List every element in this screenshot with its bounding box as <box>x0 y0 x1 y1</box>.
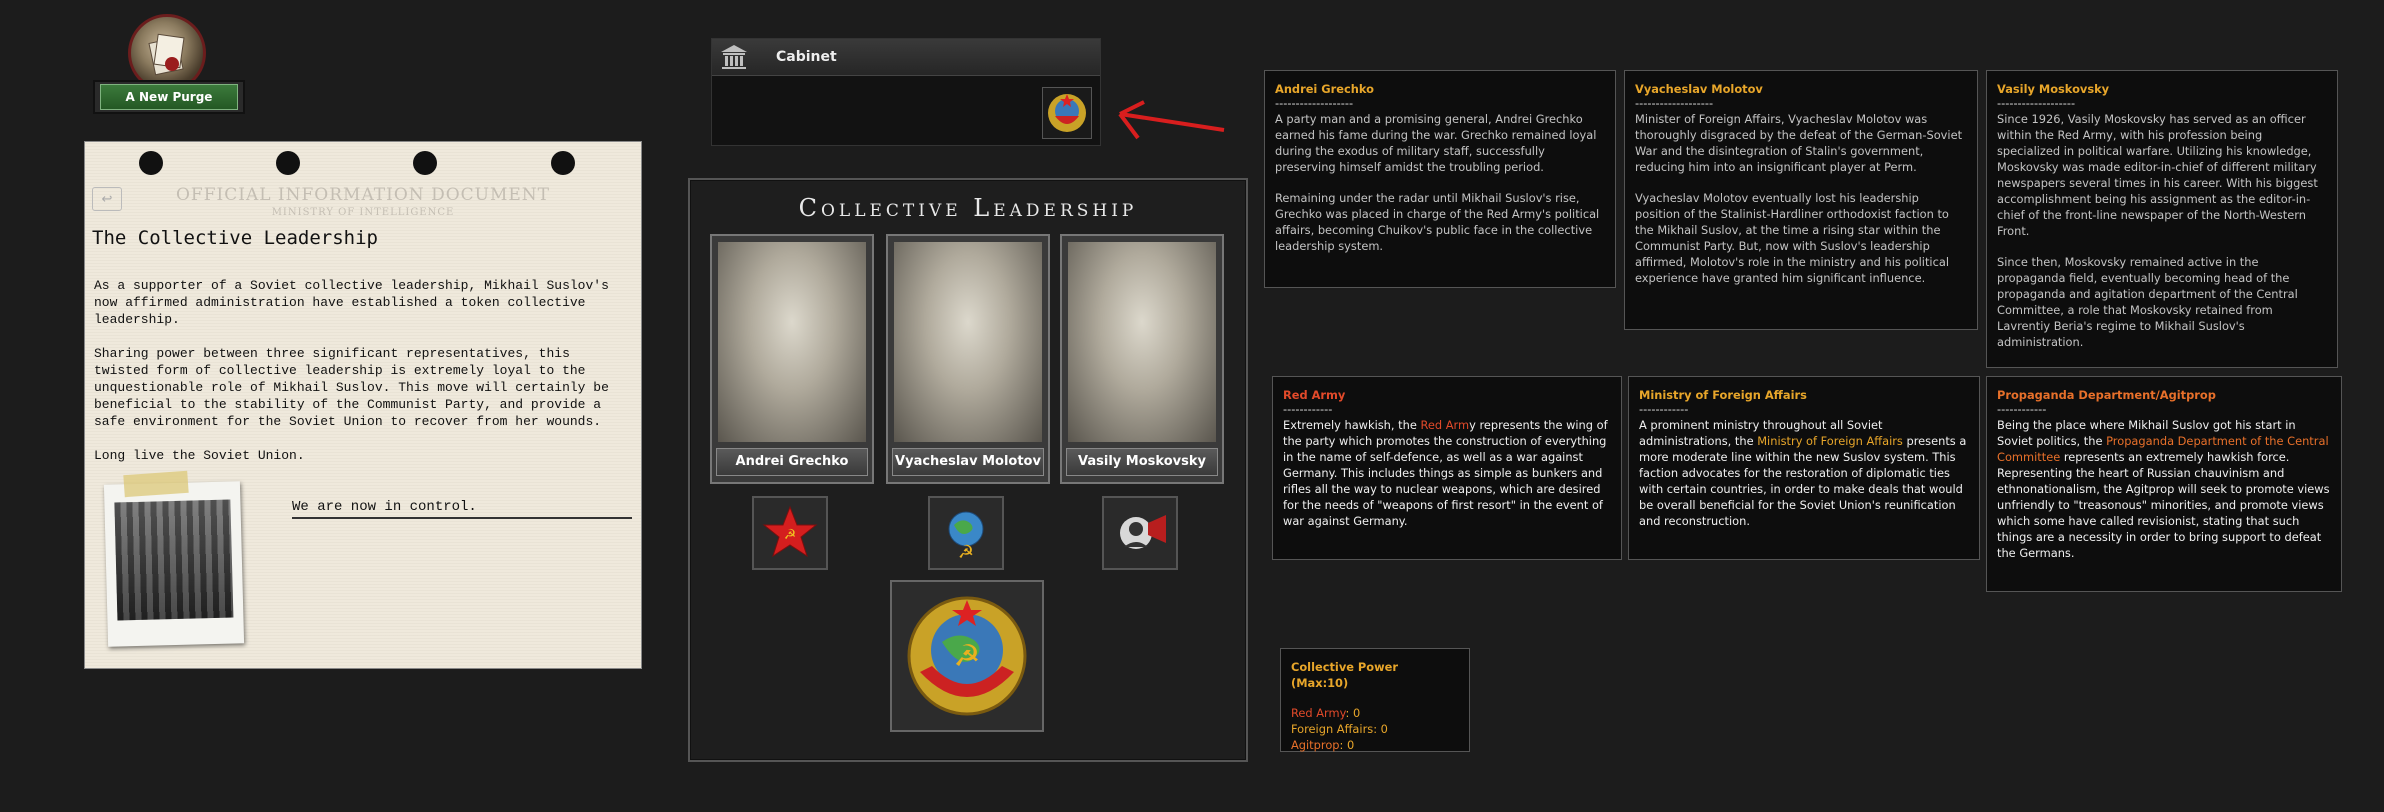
faction-highlight: Ministry of Foreign Affairs <box>1757 434 1903 448</box>
information-document: ↩ OFFICIAL INFORMATION DOCUMENT MINISTRY… <box>84 141 642 669</box>
collective-leadership-panel: Collective Leadership Andrei Grechko Vya… <box>688 178 1248 762</box>
portrait-name: Andrei Grechko <box>716 448 868 476</box>
soviet-state-emblem-icon: ☭ <box>890 580 1044 732</box>
faction-name: Ministry of Foreign Affairs <box>1639 388 1807 402</box>
power-row-agitprop: Agitprop: 0 <box>1291 738 1355 752</box>
faction-divider: ------------ <box>1283 402 1333 416</box>
faction-tooltip-red-army: Red Army ------------ Extremely hawkish,… <box>1272 376 1622 560</box>
focus-button[interactable]: A New Purge <box>93 80 245 114</box>
bio-tooltip-grechko: Andrei Grechko ------------------- A par… <box>1264 70 1616 288</box>
portrait-name: Vyacheslav Molotov <box>892 448 1044 476</box>
faction-tooltip-agitprop: Propaganda Department/Agitprop ---------… <box>1986 376 2342 592</box>
collective-power-title: Collective Power (Max:10) <box>1291 660 1398 690</box>
faction-name: Propaganda Department/Agitprop <box>1997 388 2216 402</box>
faction-highlight: Red Arm <box>1420 418 1470 432</box>
document-body: As a supporter of a Soviet collective le… <box>94 277 624 481</box>
building-icon <box>721 45 747 69</box>
portrait-photo <box>718 242 866 442</box>
punch-hole <box>276 151 300 175</box>
faction-description: Extremely hawkish, the Red Army represen… <box>1283 418 1608 528</box>
bio-paragraph: A party man and a promising general, And… <box>1275 112 1597 174</box>
bio-tooltip-moskovsky: Vasily Moskovsky ------------------- Sin… <box>1986 70 2338 368</box>
svg-text:☭: ☭ <box>958 542 974 563</box>
power-row-red-army: Red Army: 0 <box>1291 706 1361 720</box>
bio-name: Vasily Moskovsky <box>1997 82 2110 96</box>
svg-text:☭: ☭ <box>784 527 797 543</box>
red-army-star-icon[interactable]: ☭ <box>752 496 828 570</box>
document-signoff: We are now in control. <box>292 499 632 519</box>
photo-image <box>114 499 234 621</box>
bio-paragraph: Since then, Moskovsky remained active in… <box>1997 255 2298 349</box>
red-arrow-icon <box>1118 100 1225 140</box>
power-row-foreign-affairs: Foreign Affairs: 0 <box>1291 722 1388 736</box>
bio-tooltip-molotov: Vyacheslav Molotov ------------------- M… <box>1624 70 1978 330</box>
punch-hole <box>413 151 437 175</box>
agitprop-poster-icon[interactable] <box>1102 496 1178 570</box>
bio-paragraph: Minister of Foreign Affairs, Vyacheslav … <box>1635 112 1963 174</box>
document-subheader: MINISTRY OF INTELLIGENCE <box>271 207 455 218</box>
document-title: The Collective Leadership <box>92 227 378 249</box>
cabinet-title: Cabinet <box>776 49 837 65</box>
bio-divider: ------------------- <box>1997 96 2076 110</box>
portrait-name: Vasily Moskovsky <box>1066 448 1218 476</box>
bio-name: Vyacheslav Molotov <box>1635 82 1763 96</box>
punch-hole <box>139 151 163 175</box>
document-paragraph: As a supporter of a Soviet collective le… <box>94 278 609 327</box>
faction-divider: ------------ <box>1997 402 2047 416</box>
bio-divider: ------------------- <box>1275 96 1354 110</box>
faction-divider: ------------ <box>1639 402 1689 416</box>
faction-description: A prominent ministry throughout all Sovi… <box>1639 418 1967 528</box>
portrait-photo <box>894 242 1042 442</box>
document-header: OFFICIAL INFORMATION DOCUMENT <box>175 185 550 205</box>
punch-hole <box>551 151 575 175</box>
foreign-affairs-globe-icon[interactable]: ☭ <box>928 496 1004 570</box>
document-paragraph: Sharing power between three significant … <box>94 346 609 429</box>
soviet-emblem-icon[interactable] <box>1042 87 1092 139</box>
bio-name: Andrei Grechko <box>1275 82 1374 96</box>
panel-title: Collective Leadership <box>798 194 1138 222</box>
bio-paragraph: Since 1926, Vasily Moskovsky has served … <box>1997 112 2318 238</box>
bio-paragraph: Vyacheslav Molotov eventually lost his l… <box>1635 191 1950 285</box>
portrait-vasily-moskovsky[interactable]: Vasily Moskovsky <box>1060 234 1224 484</box>
portrait-photo <box>1068 242 1216 442</box>
faction-name: Red Army <box>1283 388 1346 402</box>
document-paragraph: Long live the Soviet Union. <box>94 448 305 463</box>
portrait-andrei-grechko[interactable]: Andrei Grechko <box>710 234 874 484</box>
focus-label: A New Purge <box>100 84 238 110</box>
cabinet-panel: Cabinet <box>711 38 1101 146</box>
tape <box>123 470 189 498</box>
bio-paragraph: Remaining under the radar until Mikhail … <box>1275 191 1600 253</box>
bio-divider: ------------------- <box>1635 96 1714 110</box>
faction-description: Being the place where Mikhail Suslov got… <box>1997 418 2330 560</box>
svg-text:☭: ☭ <box>954 639 981 674</box>
collective-power-tooltip: Collective Power (Max:10) Red Army: 0 Fo… <box>1280 648 1470 752</box>
document-photo <box>103 481 245 647</box>
faction-tooltip-foreign-affairs: Ministry of Foreign Affairs ------------… <box>1628 376 1980 560</box>
cabinet-header: Cabinet <box>712 39 1100 76</box>
portrait-vyacheslav-molotov[interactable]: Vyacheslav Molotov <box>886 234 1050 484</box>
